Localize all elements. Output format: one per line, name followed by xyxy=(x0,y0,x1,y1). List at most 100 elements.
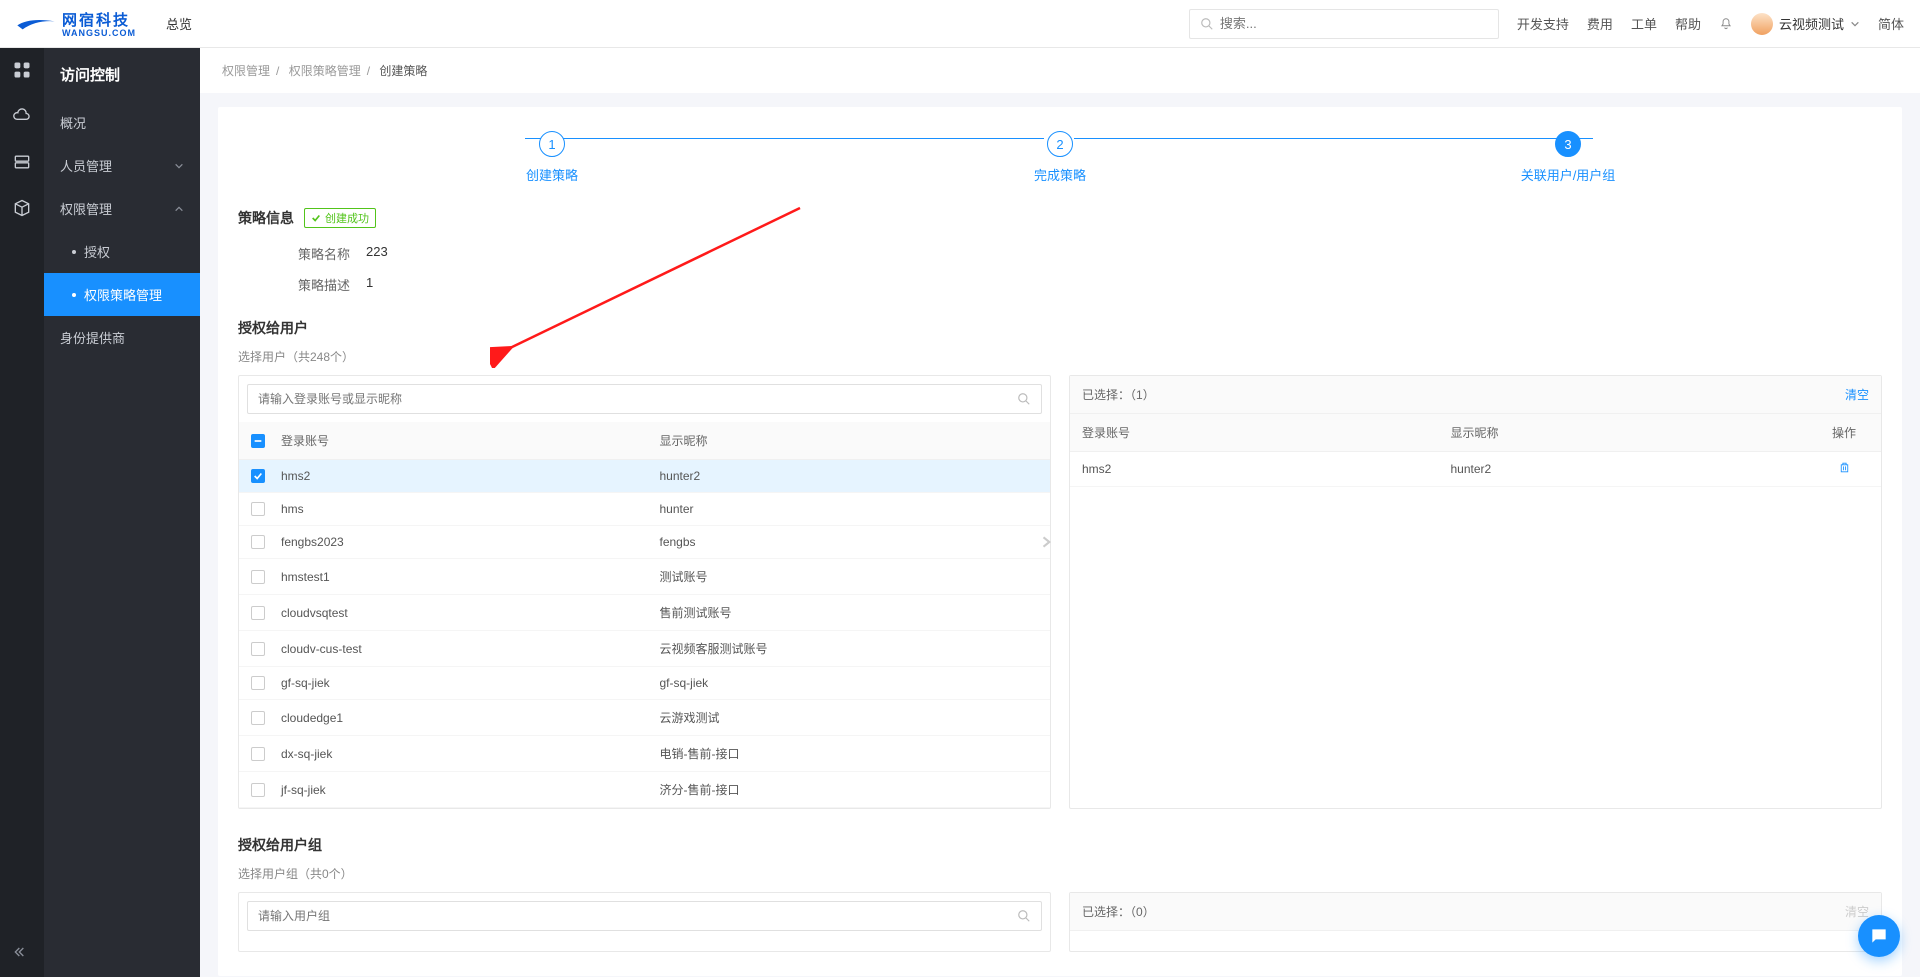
logo-swoosh-icon xyxy=(16,15,56,33)
cell-nick: hunter2 xyxy=(1451,462,1820,476)
search-icon xyxy=(1017,909,1031,923)
selected-users-list: hms2hunter2 xyxy=(1070,452,1881,808)
transfer-arrow-icon[interactable] xyxy=(1040,535,1054,552)
sidebar-sub-policy[interactable]: 权限策略管理 xyxy=(44,273,200,316)
nav-overview[interactable]: 总览 xyxy=(166,14,192,33)
group-transfer: 已选择：（0） 清空 xyxy=(238,892,1882,952)
available-groups-panel xyxy=(238,892,1051,952)
cloud-icon[interactable] xyxy=(12,106,32,126)
chevron-down-icon xyxy=(1850,19,1860,29)
groups-count-note: 选择用户组（共0个） xyxy=(238,865,1882,882)
row-checkbox[interactable] xyxy=(251,469,265,483)
user-menu[interactable]: 云视频测试 xyxy=(1751,13,1860,35)
sidebar-item-overview[interactable]: 概况 xyxy=(44,101,200,144)
select-all-checkbox[interactable] xyxy=(251,434,265,448)
cell-account: hms xyxy=(281,502,660,516)
row-checkbox[interactable] xyxy=(251,535,265,549)
cell-nick: 电销-售前-接口 xyxy=(660,745,1039,762)
row-checkbox[interactable] xyxy=(251,606,265,620)
avatar xyxy=(1751,13,1773,35)
clear-selected-users[interactable]: 清空 xyxy=(1845,386,1869,403)
table-row[interactable]: hmstest1测试账号 xyxy=(239,559,1050,595)
cell-account: cloudvsqtest xyxy=(281,606,660,620)
crumb-permission[interactable]: 权限管理 xyxy=(222,64,270,78)
link-dev-support[interactable]: 开发支持 xyxy=(1517,14,1569,33)
table-row[interactable]: gf-sq-jiekgf-sq-jiek xyxy=(239,667,1050,700)
group-search-input[interactable] xyxy=(258,909,1017,923)
row-checkbox[interactable] xyxy=(251,642,265,656)
cube-icon[interactable] xyxy=(12,198,32,218)
cell-nick: 云游戏测试 xyxy=(660,709,1039,726)
brand-logo[interactable]: 网宿科技 WANGSU.COM xyxy=(16,9,136,38)
cell-nick: hunter2 xyxy=(660,469,1039,483)
selected-groups-panel: 已选择：（0） 清空 xyxy=(1069,892,1882,952)
table-row[interactable]: cloudv-cus-test云视频客服测试账号 xyxy=(239,631,1050,667)
cell-nick: 测试账号 xyxy=(660,568,1039,585)
chevron-down-icon xyxy=(174,161,184,171)
table-row[interactable]: hms2hunter2 xyxy=(239,460,1050,493)
global-search-input[interactable] xyxy=(1220,16,1488,31)
global-search[interactable] xyxy=(1189,9,1499,39)
apps-icon[interactable] xyxy=(12,60,32,80)
table-row[interactable]: cloudedge1云游戏测试 xyxy=(239,700,1050,736)
sidebar-title: 访问控制 xyxy=(44,48,200,101)
cell-account: gf-sq-jiek xyxy=(281,676,660,690)
user-search-box[interactable] xyxy=(247,384,1042,414)
user-search-input[interactable] xyxy=(258,392,1017,406)
row-checkbox[interactable] xyxy=(251,747,265,761)
chevron-up-icon xyxy=(174,204,184,214)
icon-rail xyxy=(0,48,44,977)
search-icon xyxy=(1017,392,1031,406)
cell-account: cloudedge1 xyxy=(281,711,660,725)
row-checkbox[interactable] xyxy=(251,502,265,516)
group-search-box[interactable] xyxy=(247,901,1042,931)
cell-nick: hunter xyxy=(660,502,1039,516)
chat-fab[interactable] xyxy=(1858,915,1900,957)
bell-icon[interactable] xyxy=(1719,17,1733,31)
link-ticket[interactable]: 工单 xyxy=(1631,14,1657,33)
available-head: 登录账号 显示昵称 xyxy=(239,422,1050,460)
sidebar-item-permission[interactable]: 权限管理 xyxy=(44,187,200,230)
cell-account: dx-sq-jiek xyxy=(281,747,660,761)
row-checkbox[interactable] xyxy=(251,570,265,584)
sidebar-item-people[interactable]: 人员管理 xyxy=(44,144,200,187)
crumb-policy[interactable]: 权限策略管理 xyxy=(289,64,361,78)
selected-summary: 已选择：（1） 清空 xyxy=(1070,376,1881,414)
row-checkbox[interactable] xyxy=(251,676,265,690)
table-row[interactable]: jf-sq-jiek济分-售前-接口 xyxy=(239,772,1050,808)
check-icon xyxy=(311,213,321,223)
chat-icon xyxy=(1869,926,1889,946)
table-row[interactable]: hmshunter xyxy=(239,493,1050,526)
selected-groups-summary: 已选择：（0） 清空 xyxy=(1070,893,1881,931)
cell-nick: fengbs xyxy=(660,535,1039,549)
cell-nick: 云视频客服测试账号 xyxy=(660,640,1039,657)
policy-desc-row: 策略描述 1 xyxy=(238,269,1882,300)
table-row[interactable]: fengbs2023fengbs xyxy=(239,526,1050,559)
user-transfer: 登录账号 显示昵称 hms2hunter2hmshunterfengbs2023… xyxy=(238,375,1882,809)
link-fee[interactable]: 费用 xyxy=(1587,14,1613,33)
brand-main: 网宿科技 xyxy=(62,12,130,29)
clear-selected-groups[interactable]: 清空 xyxy=(1845,903,1869,920)
row-checkbox[interactable] xyxy=(251,783,265,797)
lang-switch[interactable]: 简体 xyxy=(1878,14,1904,33)
cell-account: fengbs2023 xyxy=(281,535,660,549)
row-checkbox[interactable] xyxy=(251,711,265,725)
cell-account: jf-sq-jiek xyxy=(281,783,660,797)
table-row[interactable]: dx-sq-jiek电销-售前-接口 xyxy=(239,736,1050,772)
cell-nick: gf-sq-jiek xyxy=(660,676,1039,690)
table-row: hms2hunter2 xyxy=(1070,452,1881,487)
remove-user-icon[interactable] xyxy=(1838,463,1851,477)
steps-bar: 1 创建策略 2 完成策略 3 关联用户/用户组 xyxy=(238,125,1882,194)
available-users-list: hms2hunter2hmshunterfengbs2023fengbshmst… xyxy=(239,460,1050,808)
collapse-rail-icon[interactable] xyxy=(14,944,30,963)
sidebar-item-idp[interactable]: 身份提供商 xyxy=(44,316,200,359)
cell-account: hmstest1 xyxy=(281,570,660,584)
sidebar-sub-auth[interactable]: 授权 xyxy=(44,230,200,273)
server-icon[interactable] xyxy=(12,152,32,172)
crumb-create: 创建策略 xyxy=(379,64,427,78)
cell-account: hms2 xyxy=(1082,462,1451,476)
link-help[interactable]: 帮助 xyxy=(1675,14,1701,33)
table-row[interactable]: cloudvsqtest售前测试账号 xyxy=(239,595,1050,631)
selected-users-panel: 已选择：（1） 清空 登录账号 显示昵称 操作 hms2hunter2 xyxy=(1069,375,1882,809)
cell-account: hms2 xyxy=(281,469,660,483)
